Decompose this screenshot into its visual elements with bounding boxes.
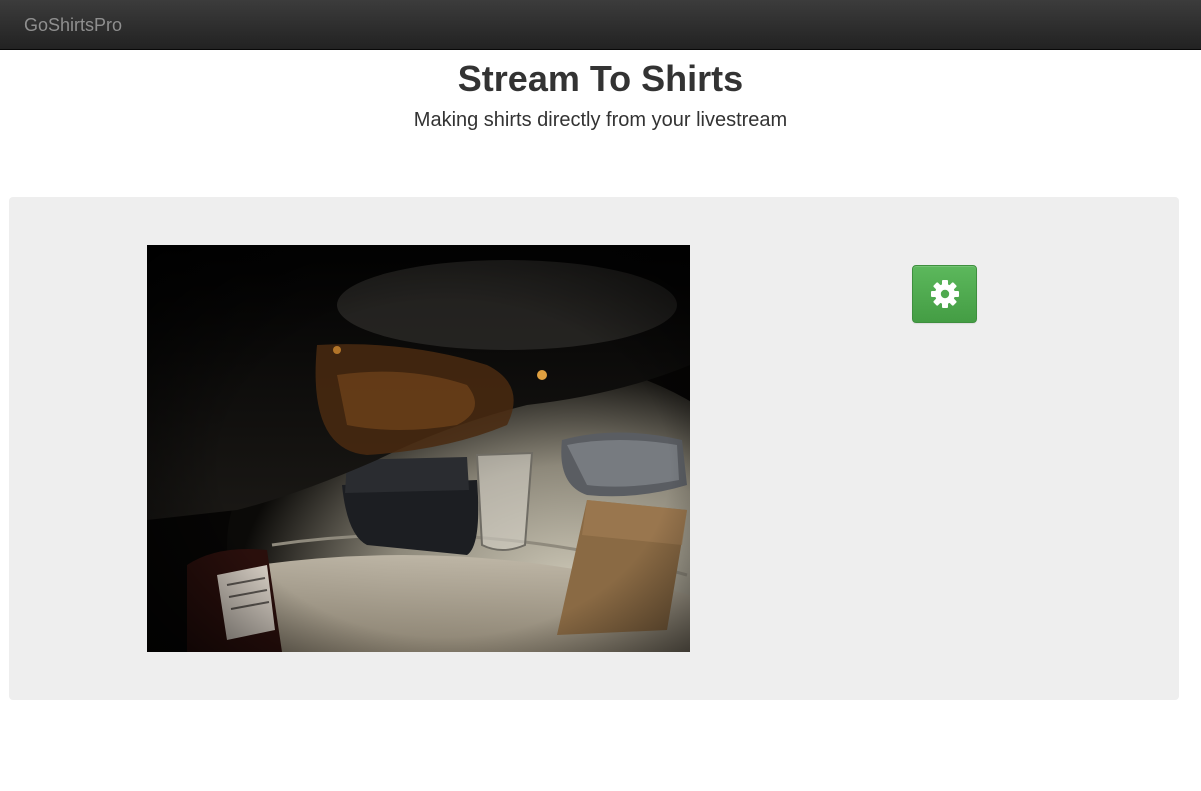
livestream-frame-image [147,245,690,652]
navbar: GoShirtsPro [0,0,1201,50]
brand-link[interactable]: GoShirtsPro [24,14,122,36]
stream-panel [9,197,1179,700]
settings-button[interactable] [912,265,977,323]
page-subtitle: Making shirts directly from your livestr… [413,109,788,131]
livestream-video[interactable] [147,245,690,652]
page-header: Stream To Shirts Making shirts directly … [0,58,1201,132]
page-title: Stream To Shirts [457,58,744,99]
gear-icon [930,280,959,308]
